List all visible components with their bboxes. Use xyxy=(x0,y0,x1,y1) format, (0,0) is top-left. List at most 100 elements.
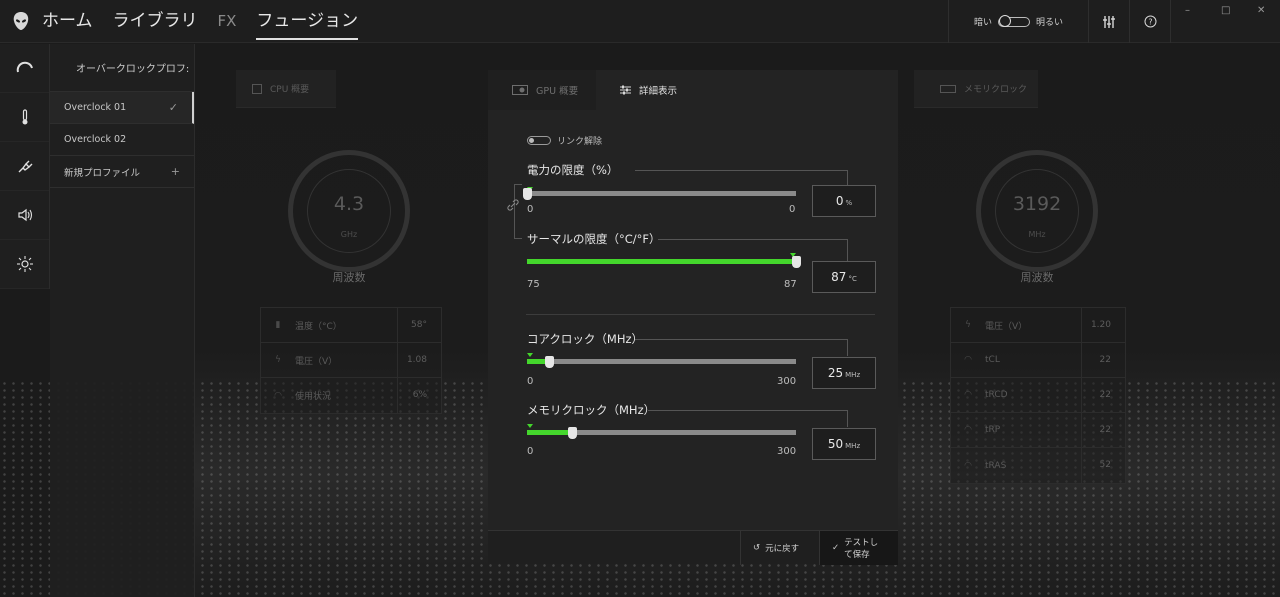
core-clock-slider-thumb[interactable] xyxy=(545,356,554,368)
stat-row: ◠ 使用状況 6% xyxy=(261,378,441,413)
profile-label: 新規プロファイル xyxy=(64,167,141,179)
side-rail xyxy=(0,44,50,289)
stat-value: 22 xyxy=(1081,412,1125,448)
stat-row: ◠ tRCD 22 xyxy=(951,377,1125,413)
theme-switch[interactable] xyxy=(998,14,1030,27)
tab-gpu-overview[interactable]: GPU 概要 xyxy=(488,70,596,110)
theme-light-label: 明るい xyxy=(1036,18,1064,28)
rail-audio[interactable] xyxy=(0,191,49,240)
default-marker xyxy=(527,353,533,357)
stat-value: 52 xyxy=(1081,448,1125,483)
rail-lighting[interactable] xyxy=(0,240,49,289)
theme-toggle-group: 暗い 明るい xyxy=(948,0,1088,43)
svg-text:?: ? xyxy=(1148,18,1152,27)
memory-clock-max: 300 xyxy=(777,446,797,457)
gpu-tabs: GPU 概要 詳細表示 xyxy=(488,70,898,110)
rail-power[interactable] xyxy=(0,142,49,191)
section-line xyxy=(635,170,847,171)
thermal-limit-min: 75 xyxy=(527,279,540,290)
nav-fusion[interactable]: フュージョン xyxy=(256,8,359,40)
thermal-limit-value-box[interactable]: 87 °C xyxy=(812,261,876,293)
memory-clock-slider-thumb[interactable] xyxy=(568,427,577,439)
new-profile-item[interactable]: 新規プロファイル + xyxy=(50,156,194,188)
cpu-tab-label: CPU 概要 xyxy=(270,85,310,95)
memory-clock-value: 50 xyxy=(827,437,844,451)
gpu-overview-label: GPU 概要 xyxy=(536,86,579,97)
main-nav: ホーム ライブラリ FX フュージョン xyxy=(42,8,378,40)
core-clock-max: 300 xyxy=(777,376,797,387)
link-icon xyxy=(507,199,519,211)
speaker-icon xyxy=(17,208,32,222)
thermometer-icon xyxy=(22,109,27,125)
nav-fx[interactable]: FX xyxy=(218,8,237,40)
profile-label: Overclock 02 xyxy=(64,134,127,145)
stat-value: 58° xyxy=(397,307,441,343)
stat-value: 1.20 xyxy=(1081,307,1125,343)
bolt-icon: ϟ xyxy=(275,355,281,365)
test-and-save-button[interactable]: ✓ テストして保存 xyxy=(819,531,898,565)
nav-home[interactable]: ホーム xyxy=(42,8,93,40)
bolt-icon: ϟ xyxy=(965,320,971,330)
check-icon: ✓ xyxy=(832,543,840,553)
tab-memory-clock[interactable]: メモリクロック xyxy=(914,70,1038,108)
nav-library[interactable]: ライブラリ xyxy=(113,8,198,40)
unlink-switch[interactable] xyxy=(527,136,551,145)
memory-gauge-unit: MHz xyxy=(1028,230,1046,239)
unlink-label: リンク解除 xyxy=(557,137,603,147)
sun-icon xyxy=(16,256,33,272)
memory-clock-slider-fill xyxy=(527,430,572,435)
cpu-gauge-value: 4.3 xyxy=(333,193,365,215)
stat-label: 使用状況 xyxy=(295,392,332,402)
maximize-button[interactable]: □ xyxy=(1221,5,1230,16)
stat-label: 電圧（V） xyxy=(295,356,338,367)
minimize-button[interactable]: – xyxy=(1185,5,1190,16)
revert-button[interactable]: ↺ 元に戻す xyxy=(740,531,820,565)
gpu-card-icon xyxy=(512,85,528,95)
thermal-limit-slider-thumb[interactable] xyxy=(792,256,801,268)
cpu-gauge-unit: GHz xyxy=(340,230,358,239)
profile-label: Overclock 01 xyxy=(64,102,127,113)
cpu-icon xyxy=(252,83,262,94)
sliders-icon xyxy=(620,85,631,95)
sliders-icon xyxy=(1103,15,1115,28)
revert-label: 元に戻す xyxy=(765,544,800,554)
save-label: テストして保存 xyxy=(844,538,879,560)
unlink-toggle[interactable]: リンク解除 xyxy=(527,134,602,147)
alien-logo-icon xyxy=(13,12,29,30)
usage-icon: ◠ xyxy=(274,390,282,401)
check-icon: ✓ xyxy=(168,101,178,114)
rail-overclock[interactable] xyxy=(0,44,49,93)
power-limit-slider-thumb[interactable] xyxy=(523,188,532,200)
stat-row: ◠ tCL 22 xyxy=(951,342,1125,378)
stat-label: 電圧（V） xyxy=(985,321,1028,332)
core-clock-title: コアクロック（MHz） xyxy=(527,332,644,346)
profile-item[interactable]: Overclock 01 ✓ xyxy=(50,92,194,124)
power-limit-value-box[interactable]: 0 % xyxy=(812,185,876,217)
core-clock-value-box[interactable]: 25 MHz xyxy=(812,357,876,389)
gpu-panel: GPU 概要 詳細表示 リンク解除 電力の限度（%） 0 0 0 % サーマルの… xyxy=(488,70,898,565)
thermal-limit-unit: °C xyxy=(848,275,857,283)
stat-value: 22 xyxy=(1081,342,1125,378)
settings-sliders-button[interactable] xyxy=(1088,0,1129,43)
close-button[interactable]: ✕ xyxy=(1257,5,1265,16)
profile-panel-title: オーバークロックプロフ: xyxy=(50,44,194,92)
rail-thermal[interactable] xyxy=(0,93,49,142)
gpu-panel-footer: ↺ 元に戻す ✓ テストして保存 xyxy=(488,530,898,565)
tab-detail-view[interactable]: 詳細表示 xyxy=(596,70,898,110)
speedometer-icon xyxy=(16,61,33,73)
theme-dark-label: 暗い xyxy=(973,18,992,28)
top-bar: ホーム ライブラリ FX フュージョン 暗い 明るい ? – □ ✕ xyxy=(0,0,1280,43)
tab-cpu-overview[interactable]: CPU 概要 xyxy=(236,70,336,108)
stat-value: 6% xyxy=(397,378,441,413)
memory-clock-value-box[interactable]: 50 MHz xyxy=(812,428,876,460)
thermal-limit-value: 87 xyxy=(831,270,847,284)
section-line xyxy=(847,410,848,427)
help-button[interactable]: ? xyxy=(1129,0,1170,43)
cpu-gauge-caption: 周波数 xyxy=(332,271,366,284)
stat-label: tRCD xyxy=(985,390,1008,400)
profile-item[interactable]: Overclock 02 xyxy=(50,124,194,156)
thermal-limit-max: 87 xyxy=(784,279,797,290)
default-marker xyxy=(527,424,533,428)
core-clock-slider-track[interactable] xyxy=(527,359,796,364)
power-limit-slider-track[interactable] xyxy=(527,191,796,196)
